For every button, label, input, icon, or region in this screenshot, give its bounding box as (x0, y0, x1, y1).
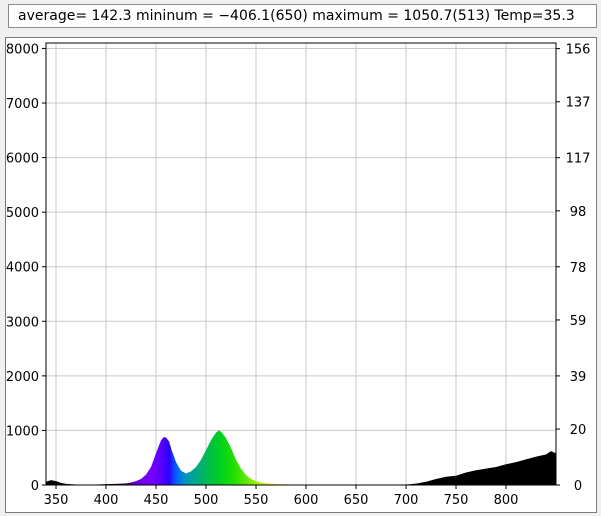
y-tick-label: 6000 (6, 152, 39, 167)
y-tick-label: 7000 (6, 97, 39, 112)
x-tick-label: 800 (494, 493, 519, 508)
x-tick-label: 700 (394, 493, 419, 508)
grid (46, 43, 556, 486)
y-tick-label: 2000 (6, 370, 39, 385)
x-axis-ticks: 350 400 450 500 550 600 650 700 750 800 (44, 485, 519, 508)
y-tick-label: 4000 (6, 261, 39, 276)
x-tick-label: 750 (444, 493, 469, 508)
y2-axis-ticks: 0 20 39 59 78 98 117 137 156 (556, 43, 590, 494)
spectrum-chart: 350 400 450 500 550 600 650 700 750 800 010002000… (6, 42, 590, 508)
y-tick-label: 1000 (6, 424, 39, 439)
status-text: average= 142.3 mininum = −406.1(650) max… (18, 8, 575, 24)
y2-tick-label: 117 (566, 152, 591, 167)
y-tick-label: 8000 (6, 42, 39, 57)
y-tick-label: 3000 (6, 315, 39, 330)
status-bar: average= 142.3 mininum = −406.1(650) max… (8, 4, 597, 28)
y-tick-label: 0 (31, 479, 39, 494)
y-tick-label: 5000 (6, 206, 39, 221)
y2-tick-label: 98 (570, 205, 587, 220)
y2-tick-label: 0 (574, 479, 582, 494)
x-tick-label: 400 (94, 493, 119, 508)
x-tick-label: 350 (44, 493, 69, 508)
x-tick-label: 500 (194, 493, 219, 508)
y2-tick-label: 39 (570, 370, 587, 385)
x-tick-label: 550 (244, 493, 269, 508)
x-tick-label: 600 (294, 493, 319, 508)
plot-frame: 350 400 450 500 550 600 650 700 750 800 0 1000 2000… (5, 37, 597, 513)
plot-area-border (45, 42, 557, 486)
y2-tick-label: 20 (570, 423, 587, 438)
y2-tick-label: 137 (566, 96, 591, 111)
y2-tick-label: 59 (570, 314, 587, 329)
y2-tick-label: 78 (570, 261, 587, 276)
spectrum-series-area (46, 430, 556, 485)
y-axis-ticks: 0 1000 2000 3000 4000 5000 6000 7000 8000 (6, 42, 46, 494)
x-tick-label: 650 (344, 493, 369, 508)
x-tick-label: 450 (144, 493, 169, 508)
y2-tick-label: 156 (566, 43, 591, 58)
spectrum-area-group (46, 430, 556, 485)
